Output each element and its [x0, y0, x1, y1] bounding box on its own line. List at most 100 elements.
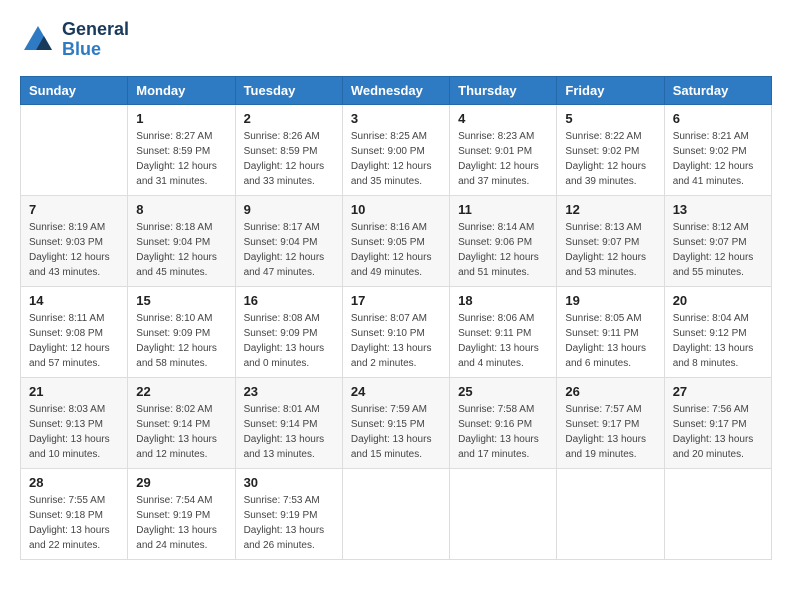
day-number: 10 — [351, 202, 441, 217]
day-number: 17 — [351, 293, 441, 308]
day-number: 25 — [458, 384, 548, 399]
week-row-3: 14 Sunrise: 8:11 AMSunset: 9:08 PMDayligh… — [21, 286, 772, 377]
day-cell — [557, 468, 664, 559]
day-cell: 1Sunrise: 8:27 AMSunset: 8:59 PMDaylight… — [128, 104, 235, 195]
day-info: Sunrise: 8:19 AMSunset: 9:03 PMDaylight:… — [29, 220, 119, 280]
day-cell: 10 Sunrise: 8:16 AMSunset: 9:05 PMDayligh… — [342, 195, 449, 286]
weekday-sunday: Sunday — [21, 76, 128, 104]
day-info: Sunrise: 8:02 AMSunset: 9:14 PMDaylight:… — [136, 402, 226, 462]
day-info: Sunrise: 7:53 AMSunset: 9:19 PMDaylight:… — [244, 493, 334, 553]
day-info: Sunrise: 8:26 AMSunset: 8:59 PMDaylight:… — [244, 129, 334, 189]
logo-icon — [20, 22, 56, 58]
day-cell: 29 Sunrise: 7:54 AMSunset: 9:19 PMDayligh… — [128, 468, 235, 559]
weekday-monday: Monday — [128, 76, 235, 104]
day-cell: 14 Sunrise: 8:11 AMSunset: 9:08 PMDayligh… — [21, 286, 128, 377]
day-number: 15 — [136, 293, 226, 308]
day-cell: 16 Sunrise: 8:08 AMSunset: 9:09 PMDayligh… — [235, 286, 342, 377]
day-number: 12 — [565, 202, 655, 217]
day-info: Sunrise: 8:18 AMSunset: 9:04 PMDaylight:… — [136, 220, 226, 280]
day-cell: 27 Sunrise: 7:56 AMSunset: 9:17 PMDayligh… — [664, 377, 771, 468]
day-number: 27 — [673, 384, 763, 399]
day-cell: 2 Sunrise: 8:26 AMSunset: 8:59 PMDaylight… — [235, 104, 342, 195]
day-cell: 23Sunrise: 8:01 AMSunset: 9:14 PMDayligh… — [235, 377, 342, 468]
day-info: Sunrise: 8:01 AMSunset: 9:14 PMDaylight:… — [244, 402, 334, 462]
day-cell: 21 Sunrise: 8:03 AMSunset: 9:13 PMDayligh… — [21, 377, 128, 468]
day-number: 14 — [29, 293, 119, 308]
day-info: Sunrise: 8:07 AMSunset: 9:10 PMDaylight:… — [351, 311, 441, 371]
week-row-4: 21 Sunrise: 8:03 AMSunset: 9:13 PMDayligh… — [21, 377, 772, 468]
day-number: 3 — [351, 111, 441, 126]
day-cell: 18Sunrise: 8:06 AMSunset: 9:11 PMDayligh… — [450, 286, 557, 377]
day-cell: 4 Sunrise: 8:23 AMSunset: 9:01 PMDaylight… — [450, 104, 557, 195]
day-cell — [21, 104, 128, 195]
day-info: Sunrise: 7:56 AMSunset: 9:17 PMDaylight:… — [673, 402, 763, 462]
day-info: Sunrise: 8:05 AMSunset: 9:11 PMDaylight:… — [565, 311, 655, 371]
day-cell: 9 Sunrise: 8:17 AMSunset: 9:04 PMDaylight… — [235, 195, 342, 286]
day-cell: 26Sunrise: 7:57 AMSunset: 9:17 PMDayligh… — [557, 377, 664, 468]
day-number: 30 — [244, 475, 334, 490]
day-cell: 22 Sunrise: 8:02 AMSunset: 9:14 PMDayligh… — [128, 377, 235, 468]
day-number: 22 — [136, 384, 226, 399]
day-number: 24 — [351, 384, 441, 399]
day-info: Sunrise: 8:13 AMSunset: 9:07 PMDaylight:… — [565, 220, 655, 280]
day-info: Sunrise: 7:59 AMSunset: 9:15 PMDaylight:… — [351, 402, 441, 462]
day-info: Sunrise: 7:54 AMSunset: 9:19 PMDaylight:… — [136, 493, 226, 553]
day-info: Sunrise: 8:08 AMSunset: 9:09 PMDaylight:… — [244, 311, 334, 371]
week-row-2: 7 Sunrise: 8:19 AMSunset: 9:03 PMDaylight… — [21, 195, 772, 286]
day-info: Sunrise: 8:25 AMSunset: 9:00 PMDaylight:… — [351, 129, 441, 189]
day-number: 21 — [29, 384, 119, 399]
day-cell: 24 Sunrise: 7:59 AMSunset: 9:15 PMDayligh… — [342, 377, 449, 468]
day-number: 4 — [458, 111, 548, 126]
day-cell: 20 Sunrise: 8:04 AMSunset: 9:12 PMDayligh… — [664, 286, 771, 377]
day-number: 26 — [565, 384, 655, 399]
day-number: 29 — [136, 475, 226, 490]
day-number: 7 — [29, 202, 119, 217]
weekday-thursday: Thursday — [450, 76, 557, 104]
day-number: 19 — [565, 293, 655, 308]
day-number: 28 — [29, 475, 119, 490]
day-number: 20 — [673, 293, 763, 308]
day-info: Sunrise: 8:03 AMSunset: 9:13 PMDaylight:… — [29, 402, 119, 462]
day-cell: 5 Sunrise: 8:22 AMSunset: 9:02 PMDaylight… — [557, 104, 664, 195]
day-number: 9 — [244, 202, 334, 217]
day-number: 6 — [673, 111, 763, 126]
day-info: Sunrise: 8:14 AMSunset: 9:06 PMDaylight:… — [458, 220, 548, 280]
weekday-friday: Friday — [557, 76, 664, 104]
day-info: Sunrise: 7:55 AMSunset: 9:18 PMDaylight:… — [29, 493, 119, 553]
day-cell: 28 Sunrise: 7:55 AMSunset: 9:18 PMDayligh… — [21, 468, 128, 559]
day-info: Sunrise: 8:16 AMSunset: 9:05 PMDaylight:… — [351, 220, 441, 280]
day-info: Sunrise: 8:22 AMSunset: 9:02 PMDaylight:… — [565, 129, 655, 189]
day-cell: 7 Sunrise: 8:19 AMSunset: 9:03 PMDaylight… — [21, 195, 128, 286]
day-cell: 12 Sunrise: 8:13 AMSunset: 9:07 PMDayligh… — [557, 195, 664, 286]
day-info: Sunrise: 7:58 AMSunset: 9:16 PMDaylight:… — [458, 402, 548, 462]
day-number: 16 — [244, 293, 334, 308]
day-info: Sunrise: 8:12 AMSunset: 9:07 PMDaylight:… — [673, 220, 763, 280]
weekday-tuesday: Tuesday — [235, 76, 342, 104]
day-cell: 25 Sunrise: 7:58 AMSunset: 9:16 PMDayligh… — [450, 377, 557, 468]
day-number: 5 — [565, 111, 655, 126]
day-number: 13 — [673, 202, 763, 217]
day-cell: 8 Sunrise: 8:18 AMSunset: 9:04 PMDaylight… — [128, 195, 235, 286]
day-info: Sunrise: 8:06 AMSunset: 9:11 PMDaylight:… — [458, 311, 548, 371]
day-cell — [450, 468, 557, 559]
page-header: General Blue — [20, 20, 772, 60]
day-info: Sunrise: 8:21 AMSunset: 9:02 PMDaylight:… — [673, 129, 763, 189]
day-info: Sunrise: 8:17 AMSunset: 9:04 PMDaylight:… — [244, 220, 334, 280]
day-info: Sunrise: 8:23 AMSunset: 9:01 PMDaylight:… — [458, 129, 548, 189]
day-info: Sunrise: 8:11 AMSunset: 9:08 PMDaylight:… — [29, 311, 119, 371]
day-info: Sunrise: 8:10 AMSunset: 9:09 PMDaylight:… — [136, 311, 226, 371]
week-row-5: 28 Sunrise: 7:55 AMSunset: 9:18 PMDayligh… — [21, 468, 772, 559]
day-cell: 17 Sunrise: 8:07 AMSunset: 9:10 PMDayligh… — [342, 286, 449, 377]
day-cell: 11Sunrise: 8:14 AMSunset: 9:06 PMDayligh… — [450, 195, 557, 286]
day-cell: 30 Sunrise: 7:53 AMSunset: 9:19 PMDayligh… — [235, 468, 342, 559]
day-number: 1 — [136, 111, 226, 126]
day-number: 2 — [244, 111, 334, 126]
day-number: 8 — [136, 202, 226, 217]
logo: General Blue — [20, 20, 129, 60]
day-cell — [664, 468, 771, 559]
day-cell: 15 Sunrise: 8:10 AMSunset: 9:09 PMDayligh… — [128, 286, 235, 377]
weekday-saturday: Saturday — [664, 76, 771, 104]
logo-text: General Blue — [62, 20, 129, 60]
day-info: Sunrise: 8:04 AMSunset: 9:12 PMDaylight:… — [673, 311, 763, 371]
calendar-table: SundayMondayTuesdayWednesdayThursdayFrid… — [20, 76, 772, 560]
